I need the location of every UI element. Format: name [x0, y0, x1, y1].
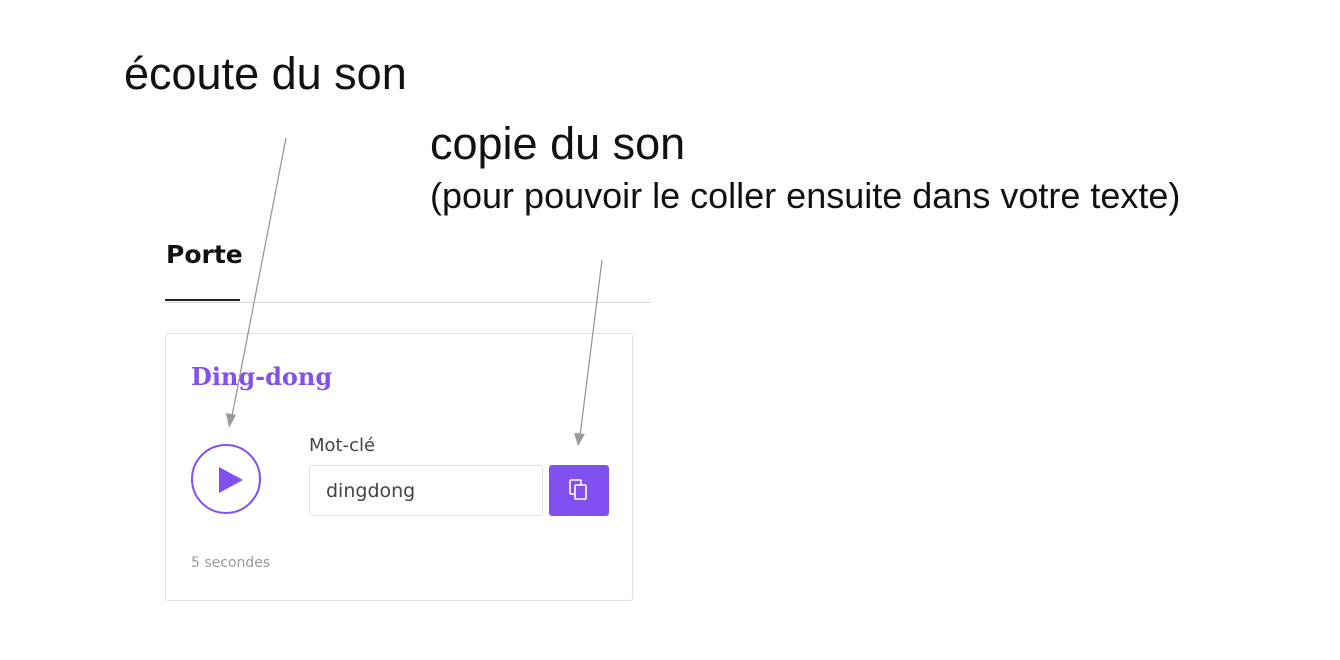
copy-button[interactable] — [549, 465, 609, 516]
category-tabbar: Porte — [165, 232, 651, 303]
annotation-listen: écoute du son — [124, 48, 407, 99]
play-icon — [219, 467, 243, 493]
sound-title: Ding-dong — [191, 362, 333, 391]
tab-porte[interactable]: Porte — [165, 232, 243, 301]
keyword-input[interactable] — [309, 465, 543, 516]
annotation-copy-title: copie du son — [430, 118, 686, 169]
duration-text: 5 secondes — [191, 555, 271, 571]
copy-icon — [569, 479, 587, 500]
keyword-label: Mot-clé — [309, 435, 376, 456]
sound-card: Ding-dong Mot-clé 5 secondes — [165, 333, 633, 601]
play-button[interactable] — [191, 444, 261, 514]
annotation-copy-subtitle: (pour pouvoir le coller ensuite dans vot… — [430, 175, 1181, 216]
